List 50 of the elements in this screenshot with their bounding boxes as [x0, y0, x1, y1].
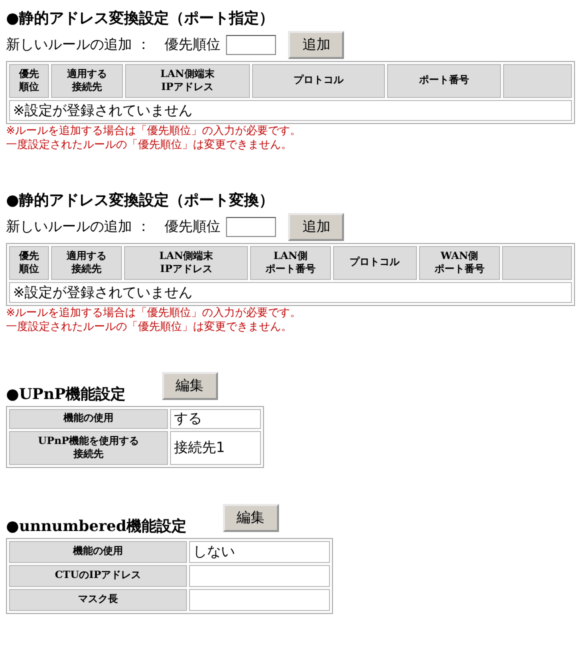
header-text: 順位 [18, 263, 40, 276]
section-title: ●UPnP機能設定 [6, 384, 126, 404]
column-header [502, 246, 572, 280]
priority-label: 優先順位 [164, 218, 220, 236]
empty-message: ※設定が登録されていません [9, 100, 572, 121]
header-text: 適用する [66, 250, 108, 263]
note-text: 一度設定されたルールの「優先順位」は変更できません。 [6, 138, 293, 152]
header-text: 適用する [66, 68, 108, 81]
header-text: プロトコル [292, 74, 345, 88]
edit-button[interactable]: 編集 [222, 504, 279, 532]
header-text: 接続先 [72, 448, 104, 462]
section-title: ●静的アドレス変換設定（ポート指定） [6, 8, 276, 28]
setting-value: しない [189, 541, 330, 563]
note-text: ※ルールを追加する場合は「優先順位」の入力が必要です。 [6, 306, 302, 320]
setting-value: する [170, 409, 261, 429]
priority-label: 優先順位 [164, 36, 220, 54]
setting-value: 接続先1 [170, 431, 261, 465]
header-text: 接続先 [70, 263, 103, 276]
header-text: WAN側 [440, 250, 480, 263]
header-text: ポート番号 [433, 263, 486, 276]
section-title: ●静的アドレス変換設定（ポート変換） [6, 190, 276, 210]
header-text: ポート番号 [418, 74, 470, 88]
add-rule-label: 新しいルールの追加 ： [6, 218, 150, 236]
header-text: 優先 [18, 68, 40, 81]
column-header [503, 64, 572, 98]
note-text: ※ルールを追加する場合は「優先順位」の入力が必要です。 [6, 124, 302, 138]
header-text: 順位 [18, 81, 40, 94]
priority-input[interactable] [226, 217, 276, 237]
header-text: CTUのIPアドレス [54, 569, 142, 583]
header-text: LAN側 [272, 250, 308, 263]
add-button[interactable]: 追加 [288, 31, 344, 59]
add-rule-label: 新しいルールの追加 ： [6, 36, 150, 54]
empty-message: ※設定が登録されていません [9, 282, 572, 303]
section-title: ●unnumbered機能設定 [6, 516, 187, 536]
header-text: 接続先 [70, 81, 104, 94]
header-text: プロトコル [348, 256, 401, 270]
header-text: LAN側端末 [159, 68, 216, 81]
header-text: 優先 [18, 250, 40, 263]
note-text: 一度設定されたルールの「優先順位」は変更できません。 [6, 320, 293, 334]
header-text: 機能の使用 [72, 545, 124, 559]
header-text: ポート番号 [264, 263, 316, 276]
header-text: UPnP機能を使用する [36, 434, 140, 448]
header-text: マスク長 [77, 593, 119, 607]
add-button[interactable]: 追加 [288, 213, 344, 241]
header-text: IPアドレス [160, 81, 214, 94]
header-text: LAN側端末 [158, 250, 214, 263]
header-text: 機能の使用 [62, 412, 114, 426]
priority-input[interactable] [226, 35, 276, 55]
header-text: IPアドレス [159, 263, 214, 276]
edit-button[interactable]: 編集 [162, 372, 218, 400]
